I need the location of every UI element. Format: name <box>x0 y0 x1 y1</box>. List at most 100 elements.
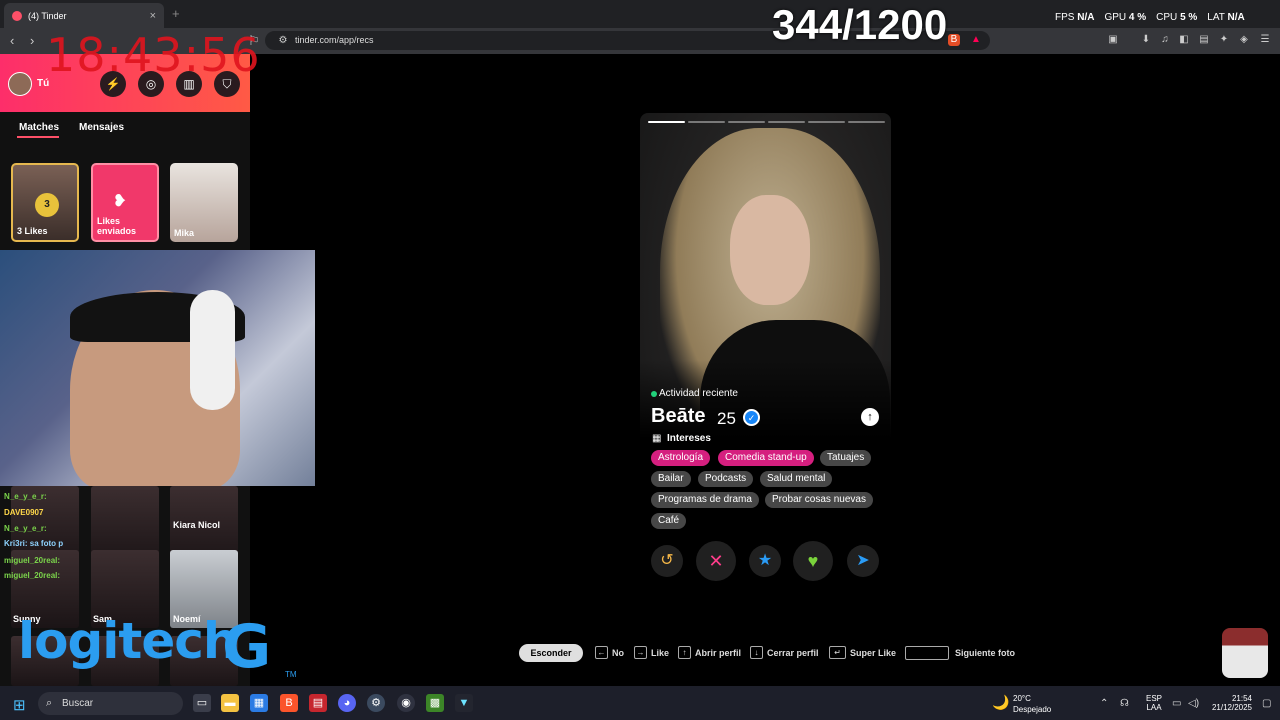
minecraft-icon[interactable]: ▩ <box>426 694 444 712</box>
shortcut-label: Like <box>651 648 670 658</box>
notifications-icon[interactable]: ▢ <box>1262 698 1271 709</box>
hearts-icon: ❥ <box>113 193 127 210</box>
settings-icon[interactable]: ⚙ <box>367 694 385 712</box>
time-value: 21:54 <box>1231 694 1252 703</box>
interests-grid-icon: ▦ <box>652 433 662 444</box>
perf-stats: FPS N/A GPU 4 % CPU 5 % LAT N/A <box>1055 12 1245 23</box>
key-down-icon: ↓ <box>750 646 763 659</box>
volume-icon[interactable]: ◁) <box>1188 698 1199 709</box>
app-icon[interactable]: ▤ <box>309 694 327 712</box>
interest-chip: Bailar <box>651 471 691 487</box>
match-card[interactable]: Mika <box>170 163 238 242</box>
chat-line: miguel_20real: <box>4 556 61 565</box>
tab-messages[interactable]: Mensajes <box>79 122 124 133</box>
shortcut-label: Cerrar perfil <box>767 648 819 658</box>
photo-progress-segment[interactable] <box>688 121 725 123</box>
streamer-mascot-icon <box>1222 628 1268 678</box>
photo-progress-segment[interactable] <box>648 121 685 123</box>
media-icon[interactable]: ♫ <box>1159 34 1171 46</box>
screenshot-icon[interactable]: ▣ <box>1107 34 1119 46</box>
likes-sent-card[interactable]: ❥ Likes enviados <box>91 163 159 242</box>
forward-icon[interactable]: › <box>30 33 34 48</box>
verified-badge-icon: ✓ <box>743 409 760 426</box>
interest-chip: Probar cosas nuevas <box>765 492 873 508</box>
open-profile-icon[interactable]: ↑ <box>861 408 879 426</box>
app-icon[interactable]: ▼ <box>455 694 473 712</box>
key-enter-icon: ↵ <box>829 646 846 659</box>
stat-lat: LAT N/A <box>1207 12 1245 23</box>
likes-card[interactable]: 3 3 Likes <box>11 163 79 242</box>
taskbar <box>0 686 1280 720</box>
likes-label: 3 Likes <box>17 226 48 236</box>
file-explorer-icon[interactable]: ▬ <box>221 694 239 712</box>
menu-icon[interactable]: ☰ <box>1259 34 1271 46</box>
shortcut-label: Abrir perfil <box>695 648 742 658</box>
key-left-icon: ← <box>595 646 608 659</box>
webcam-overlay <box>0 250 315 486</box>
task-view-icon[interactable]: ▭ <box>193 694 211 712</box>
profile-age: 25 <box>717 409 736 428</box>
leo-icon[interactable]: ✦ <box>1218 34 1230 46</box>
chat-line: miguel_20real: <box>4 571 61 580</box>
store-icon[interactable]: ▦ <box>250 694 268 712</box>
clock-time[interactable]: 21:54 21/12/2025 <box>1210 694 1252 712</box>
new-tab-button[interactable]: + <box>172 6 180 21</box>
interest-chip: Comedia stand-up <box>718 450 814 466</box>
shortcut-label: Siguiente foto <box>955 648 1015 658</box>
weather-desc[interactable]: Despejado <box>1013 705 1051 714</box>
date-value: 21/12/2025 <box>1211 703 1252 712</box>
lang-top: ESP <box>1146 694 1163 703</box>
windows-start-icon[interactable]: ⊞ <box>13 696 26 714</box>
nope-button[interactable]: ✕ <box>696 541 736 581</box>
sidebar-toggle-icon[interactable]: ◧ <box>1178 34 1190 46</box>
interests-label: Intereses <box>667 433 711 444</box>
interest-chip: Astrología <box>651 450 711 466</box>
chat-line: DAVE0907 <box>4 508 44 517</box>
close-tab-icon[interactable]: × <box>150 10 156 22</box>
network-icon[interactable]: ▭ <box>1172 698 1181 709</box>
vpn-icon[interactable]: ◈ <box>1238 34 1250 46</box>
photo-progress-segment[interactable] <box>728 121 765 123</box>
avatar[interactable] <box>8 72 32 96</box>
wallet-icon[interactable]: ▤ <box>1198 34 1210 46</box>
interest-chip: Café <box>651 513 687 529</box>
search-icon: ⌕ <box>46 697 53 709</box>
weather-moon-icon: 🌙 <box>992 694 1010 710</box>
shortcut-label: Super Like <box>850 648 897 658</box>
photo-progress-segment[interactable] <box>808 121 845 123</box>
super-like-button[interactable]: ★ <box>749 545 781 577</box>
photo-progress-segment[interactable] <box>768 121 805 123</box>
interest-chip: Podcasts <box>698 471 754 487</box>
progress-counter: 344/1200 <box>772 1 948 48</box>
stream-clock: 18:43:56 <box>46 28 261 82</box>
interest-chip: Salud mental <box>760 471 833 487</box>
obs-icon[interactable]: ◉ <box>397 694 415 712</box>
online-dot-icon <box>651 391 657 397</box>
site-settings-icon[interactable]: ⚙ <box>277 35 289 47</box>
boost-button[interactable]: ➤ <box>847 545 879 577</box>
tray-app-icon[interactable]: ☊ <box>1120 698 1129 709</box>
brave-rewards-icon[interactable]: ▲ <box>970 34 982 46</box>
like-button[interactable]: ♥ <box>793 541 833 581</box>
photo-progress-segment[interactable] <box>848 121 885 123</box>
brave-shields-icon[interactable]: B <box>948 34 960 46</box>
weather-temp[interactable]: 20°C <box>1013 694 1031 703</box>
match-name: Mika <box>174 228 195 238</box>
tab-matches[interactable]: Matches <box>19 122 59 133</box>
tray-overflow-icon[interactable]: ⌃ <box>1100 698 1108 709</box>
back-icon[interactable]: ‹ <box>10 33 14 48</box>
brave-browser-icon[interactable]: B <box>280 694 298 712</box>
profile-photo-face <box>730 195 810 305</box>
taskbar-search[interactable]: Buscar <box>38 692 183 715</box>
hide-shortcuts-button[interactable]: Esconder <box>519 644 583 662</box>
rewind-button[interactable]: ↺ <box>651 545 683 577</box>
discord-icon[interactable]: ◕ <box>338 694 356 712</box>
language-indicator[interactable]: ESP LAA <box>1146 694 1162 712</box>
tab-title: (4) Tinder <box>28 10 67 21</box>
downloads-icon[interactable]: ⬇ <box>1140 34 1152 46</box>
profile-name: Beāte <box>651 405 706 427</box>
browser-tab[interactable]: (4) Tinder × <box>4 3 164 28</box>
message-name: Kiara Nicol <box>173 520 221 530</box>
key-up-icon: ↑ <box>678 646 691 659</box>
shortcut-label: No <box>612 648 624 658</box>
